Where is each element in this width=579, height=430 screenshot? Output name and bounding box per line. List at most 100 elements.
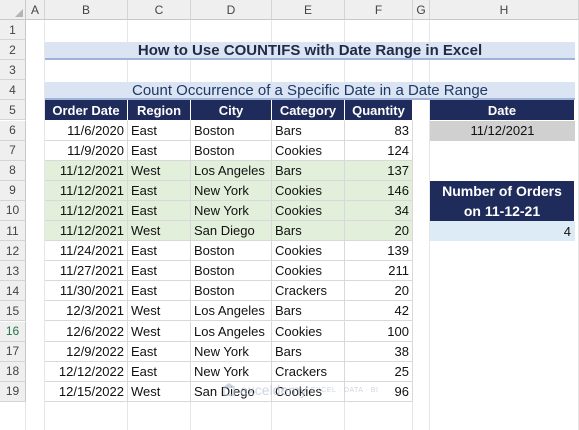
table-cell[interactable]: Bars [272,301,345,322]
table-cell[interactable]: 11/24/2021 [45,241,128,262]
table-cell[interactable]: East [128,200,191,221]
table-cell[interactable]: Cookies [272,200,345,221]
table-cell[interactable]: 12/12/2022 [45,361,128,382]
table-cell[interactable]: East [128,361,191,382]
table-cell[interactable]: 12/15/2022 [45,381,128,402]
table-cell[interactable]: Boston [191,261,272,282]
row-header-4[interactable]: 4 [0,80,26,101]
table-cell[interactable]: San Diego [191,221,272,242]
table-cell[interactable]: East [128,341,191,362]
row-header-1[interactable]: 1 [0,20,26,40]
table-cell[interactable]: Boston [191,140,272,161]
table-cell[interactable]: West [128,381,191,402]
table-cell[interactable]: West [128,160,191,181]
table-cell[interactable]: 12/3/2021 [45,301,128,322]
table-cell[interactable]: East [128,180,191,201]
table-header-region[interactable]: Region [128,100,191,121]
table-cell[interactable]: Los Angeles [191,160,272,181]
table-cell[interactable]: 12/6/2022 [45,321,128,342]
column-header-d[interactable]: D [191,0,272,20]
table-cell[interactable]: 38 [345,341,413,362]
column-header-c[interactable]: C [128,0,191,20]
table-cell[interactable]: East [128,140,191,161]
row-header-3[interactable]: 3 [0,60,26,81]
column-header-a[interactable]: A [26,0,45,20]
row-header-18[interactable]: 18 [0,361,26,382]
table-cell[interactable]: 211 [345,261,413,282]
table-cell[interactable]: East [128,281,191,302]
table-cell[interactable]: 11/12/2021 [45,180,128,201]
table-cell[interactable]: Crackers [272,281,345,302]
table-cell[interactable]: Cookies [272,261,345,282]
table-cell[interactable]: 12/9/2022 [45,341,128,362]
table-cell[interactable]: West [128,221,191,242]
row-header-10[interactable]: 10 [0,200,26,221]
row-header-12[interactable]: 12 [0,241,26,262]
table-cell[interactable]: West [128,321,191,342]
table-cell[interactable]: 11/12/2021 [45,221,128,242]
table-cell[interactable]: 20 [345,281,413,302]
table-cell[interactable]: 11/30/2021 [45,281,128,302]
row-header-15[interactable]: 15 [0,301,26,322]
row-header-8[interactable]: 8 [0,160,26,181]
row-header-7[interactable]: 7 [0,140,26,161]
table-cell[interactable]: 11/12/2021 [45,200,128,221]
table-cell[interactable]: 124 [345,140,413,161]
select-all-corner[interactable] [0,0,26,20]
column-header-e[interactable]: E [272,0,345,20]
table-cell[interactable]: New York [191,341,272,362]
table-cell[interactable]: 20 [345,221,413,242]
table-cell[interactable]: New York [191,180,272,201]
table-cell[interactable]: 34 [345,200,413,221]
table-header-category[interactable]: Category [272,100,345,121]
table-cell[interactable]: East [128,261,191,282]
table-header-quantity[interactable]: Quantity [345,100,413,121]
table-cell[interactable]: Los Angeles [191,301,272,322]
table-cell[interactable]: Cookies [272,140,345,161]
row-header-5[interactable]: 5 [0,100,26,121]
table-cell[interactable]: 139 [345,241,413,262]
table-cell[interactable]: 42 [345,301,413,322]
table-cell[interactable]: Cookies [272,241,345,262]
row-header-16[interactable]: 16 [0,321,26,342]
column-header-b[interactable]: B [45,0,128,20]
row-header-2[interactable]: 2 [0,40,26,61]
table-cell[interactable]: 11/9/2020 [45,140,128,161]
table-cell[interactable]: 137 [345,160,413,181]
table-cell[interactable]: Bars [272,160,345,181]
column-header-g[interactable]: G [413,0,430,20]
table-cell[interactable]: Boston [191,120,272,141]
row-header-6[interactable]: 6 [0,120,26,141]
table-cell[interactable]: Bars [272,221,345,242]
row-header-11[interactable]: 11 [0,221,26,241]
table-cell[interactable]: West [128,301,191,322]
row-header-14[interactable]: 14 [0,281,26,302]
table-cell[interactable]: Bars [272,120,345,141]
result-value-cell[interactable]: 4 [430,221,575,242]
row-header-9[interactable]: 9 [0,180,26,201]
row-header-19[interactable]: 19 [0,381,26,402]
column-header-f[interactable]: F [345,0,413,20]
table-cell[interactable]: Crackers [272,361,345,382]
table-cell[interactable]: Cookies [272,180,345,201]
table-cell[interactable]: 25 [345,361,413,382]
table-cell[interactable]: Boston [191,281,272,302]
table-cell[interactable]: East [128,241,191,262]
table-cell[interactable]: Cookies [272,321,345,342]
table-cell[interactable]: Boston [191,241,272,262]
table-header-order-date[interactable]: Order Date [45,100,128,121]
table-header-city[interactable]: City [191,100,272,121]
table-cell[interactable]: Bars [272,341,345,362]
row-header-17[interactable]: 17 [0,341,26,362]
table-cell[interactable]: 100 [345,321,413,342]
table-cell[interactable]: New York [191,361,272,382]
table-cell[interactable]: 11/12/2021 [45,160,128,181]
table-cell[interactable]: 11/6/2020 [45,120,128,141]
row-header-13[interactable]: 13 [0,261,26,282]
date-value-cell[interactable]: 11/12/2021 [430,120,575,141]
column-header-h[interactable]: H [430,0,579,20]
table-cell[interactable]: 146 [345,180,413,201]
table-cell[interactable]: 83 [345,120,413,141]
table-cell[interactable]: 11/27/2021 [45,261,128,282]
table-cell[interactable]: Los Angeles [191,321,272,342]
